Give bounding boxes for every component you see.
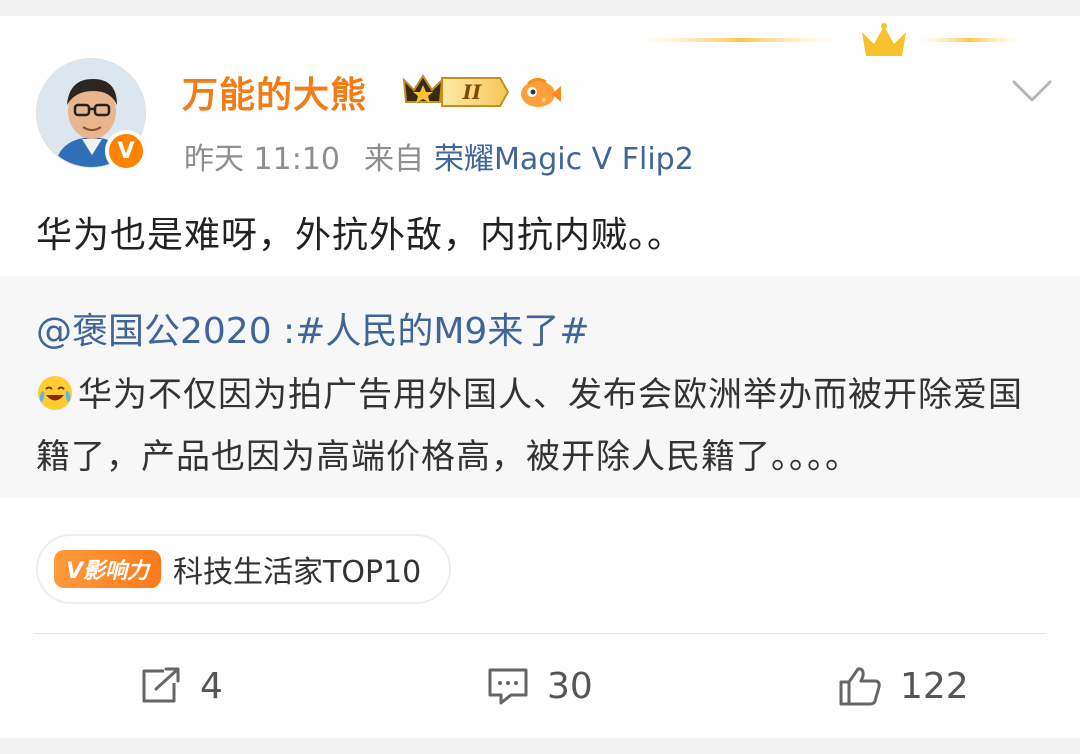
comment-icon xyxy=(488,668,528,705)
influence-badge: V影响力 xyxy=(54,550,162,588)
weibo-post-card: V 万能的大熊 II 昨天 11:10 来自 荣耀Magic V Flip2 华为也… xyxy=(0,16,1080,738)
share-button[interactable]: 4 xyxy=(140,664,223,708)
post-text: 华为也是难呀，外抗外敌，内抗内贼。。 xyxy=(36,215,685,256)
vip-level-text: II xyxy=(462,80,482,104)
verified-badge: V xyxy=(105,130,147,172)
crown-decoration-icon xyxy=(640,23,1020,56)
repost-text: 华为不仅因为拍广告用外国人、发布会欧洲举办而被开除爱国籍了，产品也因为高端价格高… xyxy=(36,375,1023,477)
influence-title: 科技生活家TOP10 xyxy=(173,555,422,590)
share-icon xyxy=(142,667,180,703)
crying-laugh-emoji-icon xyxy=(38,376,72,410)
comment-button[interactable]: 30 xyxy=(487,664,593,708)
repost-author-topic[interactable]: @褒国公2020 :#人民的M9来了# xyxy=(36,302,589,354)
divider xyxy=(34,633,1046,634)
fan-club-fish-icon[interactable] xyxy=(518,70,562,114)
username[interactable]: 万能的大熊 xyxy=(182,66,367,118)
comment-count: 30 xyxy=(547,665,593,707)
thumbs-up-icon xyxy=(839,667,881,706)
chevron-down-icon[interactable] xyxy=(1010,76,1054,106)
repost-body: 华为不仅因为拍广告用外国人、发布会欧洲举办而被开除爱国籍了，产品也因为高端价格高… xyxy=(36,364,1056,488)
vip-level-badge-icon[interactable]: II xyxy=(402,72,510,112)
post-time: 昨天 11:10 xyxy=(184,142,340,177)
share-count: 4 xyxy=(200,665,223,707)
device-link[interactable]: 荣耀Magic V Flip2 xyxy=(434,142,694,177)
influence-tag[interactable]: V影响力 科技生活家TOP10 xyxy=(36,534,452,604)
repost-block[interactable]: @褒国公2020 :#人民的M9来了# 华为不仅因为拍广告用外国人、发布会欧洲举… xyxy=(0,276,1080,498)
like-button[interactable]: 122 xyxy=(838,664,969,708)
post-meta: 昨天 11:10 来自 荣耀Magic V Flip2 xyxy=(184,134,694,178)
like-count: 122 xyxy=(900,665,969,707)
source-label: 来自 xyxy=(364,142,424,177)
